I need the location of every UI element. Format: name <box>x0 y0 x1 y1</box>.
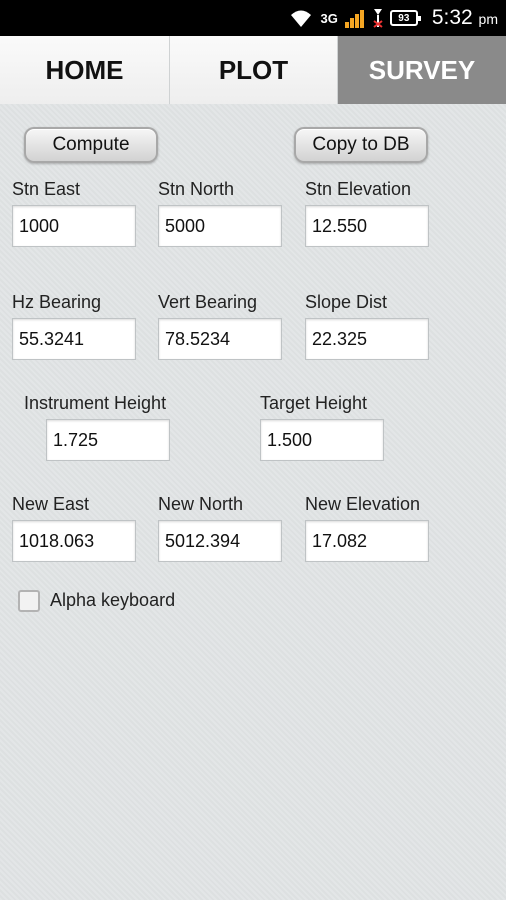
hz-bearing-label: Hz Bearing <box>12 292 102 312</box>
tab-survey[interactable]: SURVEY <box>338 36 506 104</box>
hz-bearing-input[interactable]: 55.3241 <box>12 318 136 360</box>
stn-north-input[interactable]: 5000 <box>158 205 282 247</box>
clock-ampm: pm <box>478 11 498 27</box>
stn-elevation-label: Stn Elevation <box>305 179 412 199</box>
instrument-height-label: Instrument Height <box>24 393 167 413</box>
new-north-label: New North <box>158 494 244 514</box>
survey-panel: Compute Copy to DB Stn East Stn North St… <box>0 104 506 900</box>
slope-dist-input[interactable]: 22.325 <box>305 318 429 360</box>
clock-time: 5:32 <box>431 6 473 29</box>
tab-bar: HOME PLOT SURVEY <box>0 36 506 105</box>
clock: 5:32 pm <box>432 6 498 30</box>
new-elevation-input[interactable]: 17.082 <box>305 520 429 562</box>
new-north-input[interactable]: 5012.394 <box>158 520 282 562</box>
compute-button[interactable]: Compute <box>24 127 158 163</box>
tab-home[interactable]: HOME <box>0 36 170 104</box>
stn-north-label: Stn North <box>158 179 235 199</box>
target-height-label: Target Height <box>260 393 368 413</box>
new-east-label: New East <box>12 494 90 514</box>
network-type: 3G <box>320 10 338 26</box>
vert-bearing-label: Vert Bearing <box>158 292 258 312</box>
slope-dist-label: Slope Dist <box>305 292 388 312</box>
tab-plot[interactable]: PLOT <box>170 36 338 104</box>
stn-east-input[interactable]: 1000 <box>12 205 136 247</box>
battery-level: 93 <box>398 12 410 24</box>
stn-east-label: Stn East <box>12 179 81 199</box>
target-height-input[interactable]: 1.500 <box>260 419 384 461</box>
alpha-keyboard-checkbox[interactable] <box>18 590 40 612</box>
copy-to-db-button[interactable]: Copy to DB <box>294 127 428 163</box>
sim-signal-icon <box>373 9 383 28</box>
instrument-height-input[interactable]: 1.725 <box>46 419 170 461</box>
signal-icon <box>344 10 364 28</box>
alpha-keyboard-label[interactable]: Alpha keyboard <box>50 590 175 611</box>
new-east-input[interactable]: 1018.063 <box>12 520 136 562</box>
wifi-icon <box>291 10 312 27</box>
new-elevation-label: New Elevation <box>305 494 421 514</box>
status-bar: 3G 93 5:32 pm <box>0 0 506 36</box>
vert-bearing-input[interactable]: 78.5234 <box>158 318 282 360</box>
stn-elevation-input[interactable]: 12.550 <box>305 205 429 247</box>
battery-icon: 93 <box>389 10 421 26</box>
